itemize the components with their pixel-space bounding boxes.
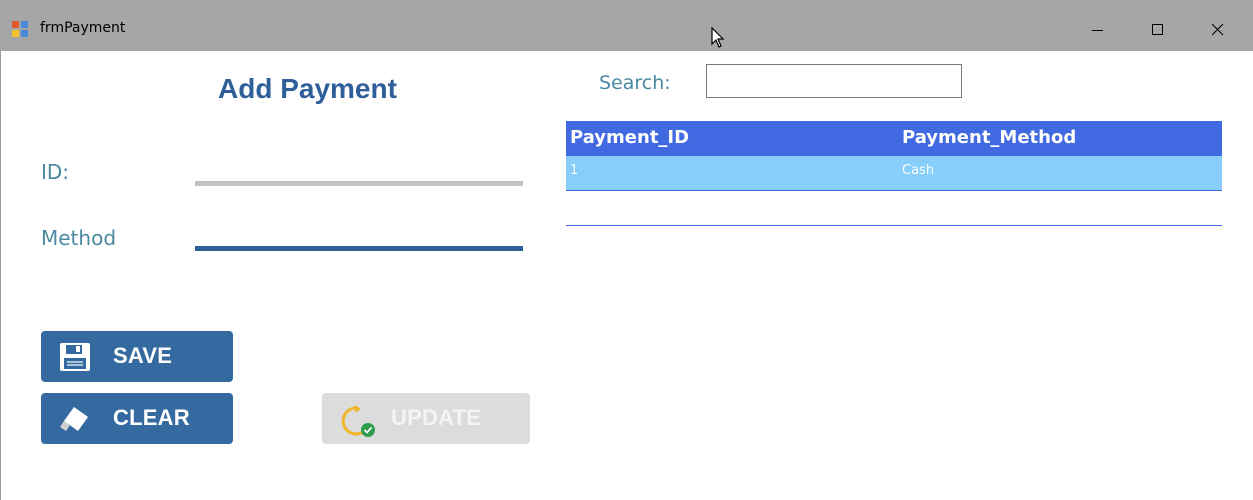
search-input[interactable]	[706, 64, 962, 98]
payment-window: frmPayment Add Payment ID: Method Search…	[0, 0, 1253, 500]
cell-payment-id: 1	[570, 163, 579, 178]
refresh-check-icon	[341, 405, 375, 437]
update-button[interactable]: UPDATE	[322, 393, 530, 444]
eraser-icon	[60, 407, 88, 431]
method-label: Method	[41, 226, 117, 250]
id-label: ID:	[41, 160, 70, 184]
save-button-label: SAVE	[113, 343, 173, 368]
minimize-button[interactable]	[1075, 10, 1121, 50]
clear-button-label: CLEAR	[113, 405, 190, 430]
mouse-cursor-icon	[711, 27, 725, 48]
grid-header: Payment_ID Payment_Method	[566, 121, 1222, 156]
search-label: Search:	[599, 72, 671, 94]
id-field[interactable]	[195, 181, 523, 186]
payments-grid[interactable]: Payment_ID Payment_Method 1 Cash	[566, 121, 1222, 191]
clear-button[interactable]: CLEAR	[41, 393, 233, 444]
form-heading: Add Payment	[218, 73, 397, 104]
close-icon	[1212, 24, 1224, 36]
column-header-payment-id[interactable]: Payment_ID	[570, 127, 689, 148]
window-title: frmPayment	[40, 20, 126, 36]
column-header-payment-method[interactable]: Payment_Method	[902, 127, 1076, 148]
close-button[interactable]	[1195, 10, 1241, 50]
window-left-border	[0, 0, 1, 500]
grid-bottom-border	[566, 225, 1222, 226]
maximize-button[interactable]	[1135, 10, 1181, 50]
update-button-label: UPDATE	[391, 405, 482, 430]
title-bar[interactable]: frmPayment	[0, 0, 1253, 51]
floppy-disk-icon	[60, 343, 90, 371]
cell-payment-method: Cash	[902, 163, 935, 178]
method-field[interactable]	[195, 246, 523, 251]
maximize-icon	[1152, 24, 1163, 35]
minimize-icon	[1092, 30, 1103, 31]
app-icon	[12, 21, 28, 37]
save-button[interactable]: SAVE	[41, 331, 233, 382]
table-row[interactable]: 1 Cash	[566, 156, 1222, 191]
